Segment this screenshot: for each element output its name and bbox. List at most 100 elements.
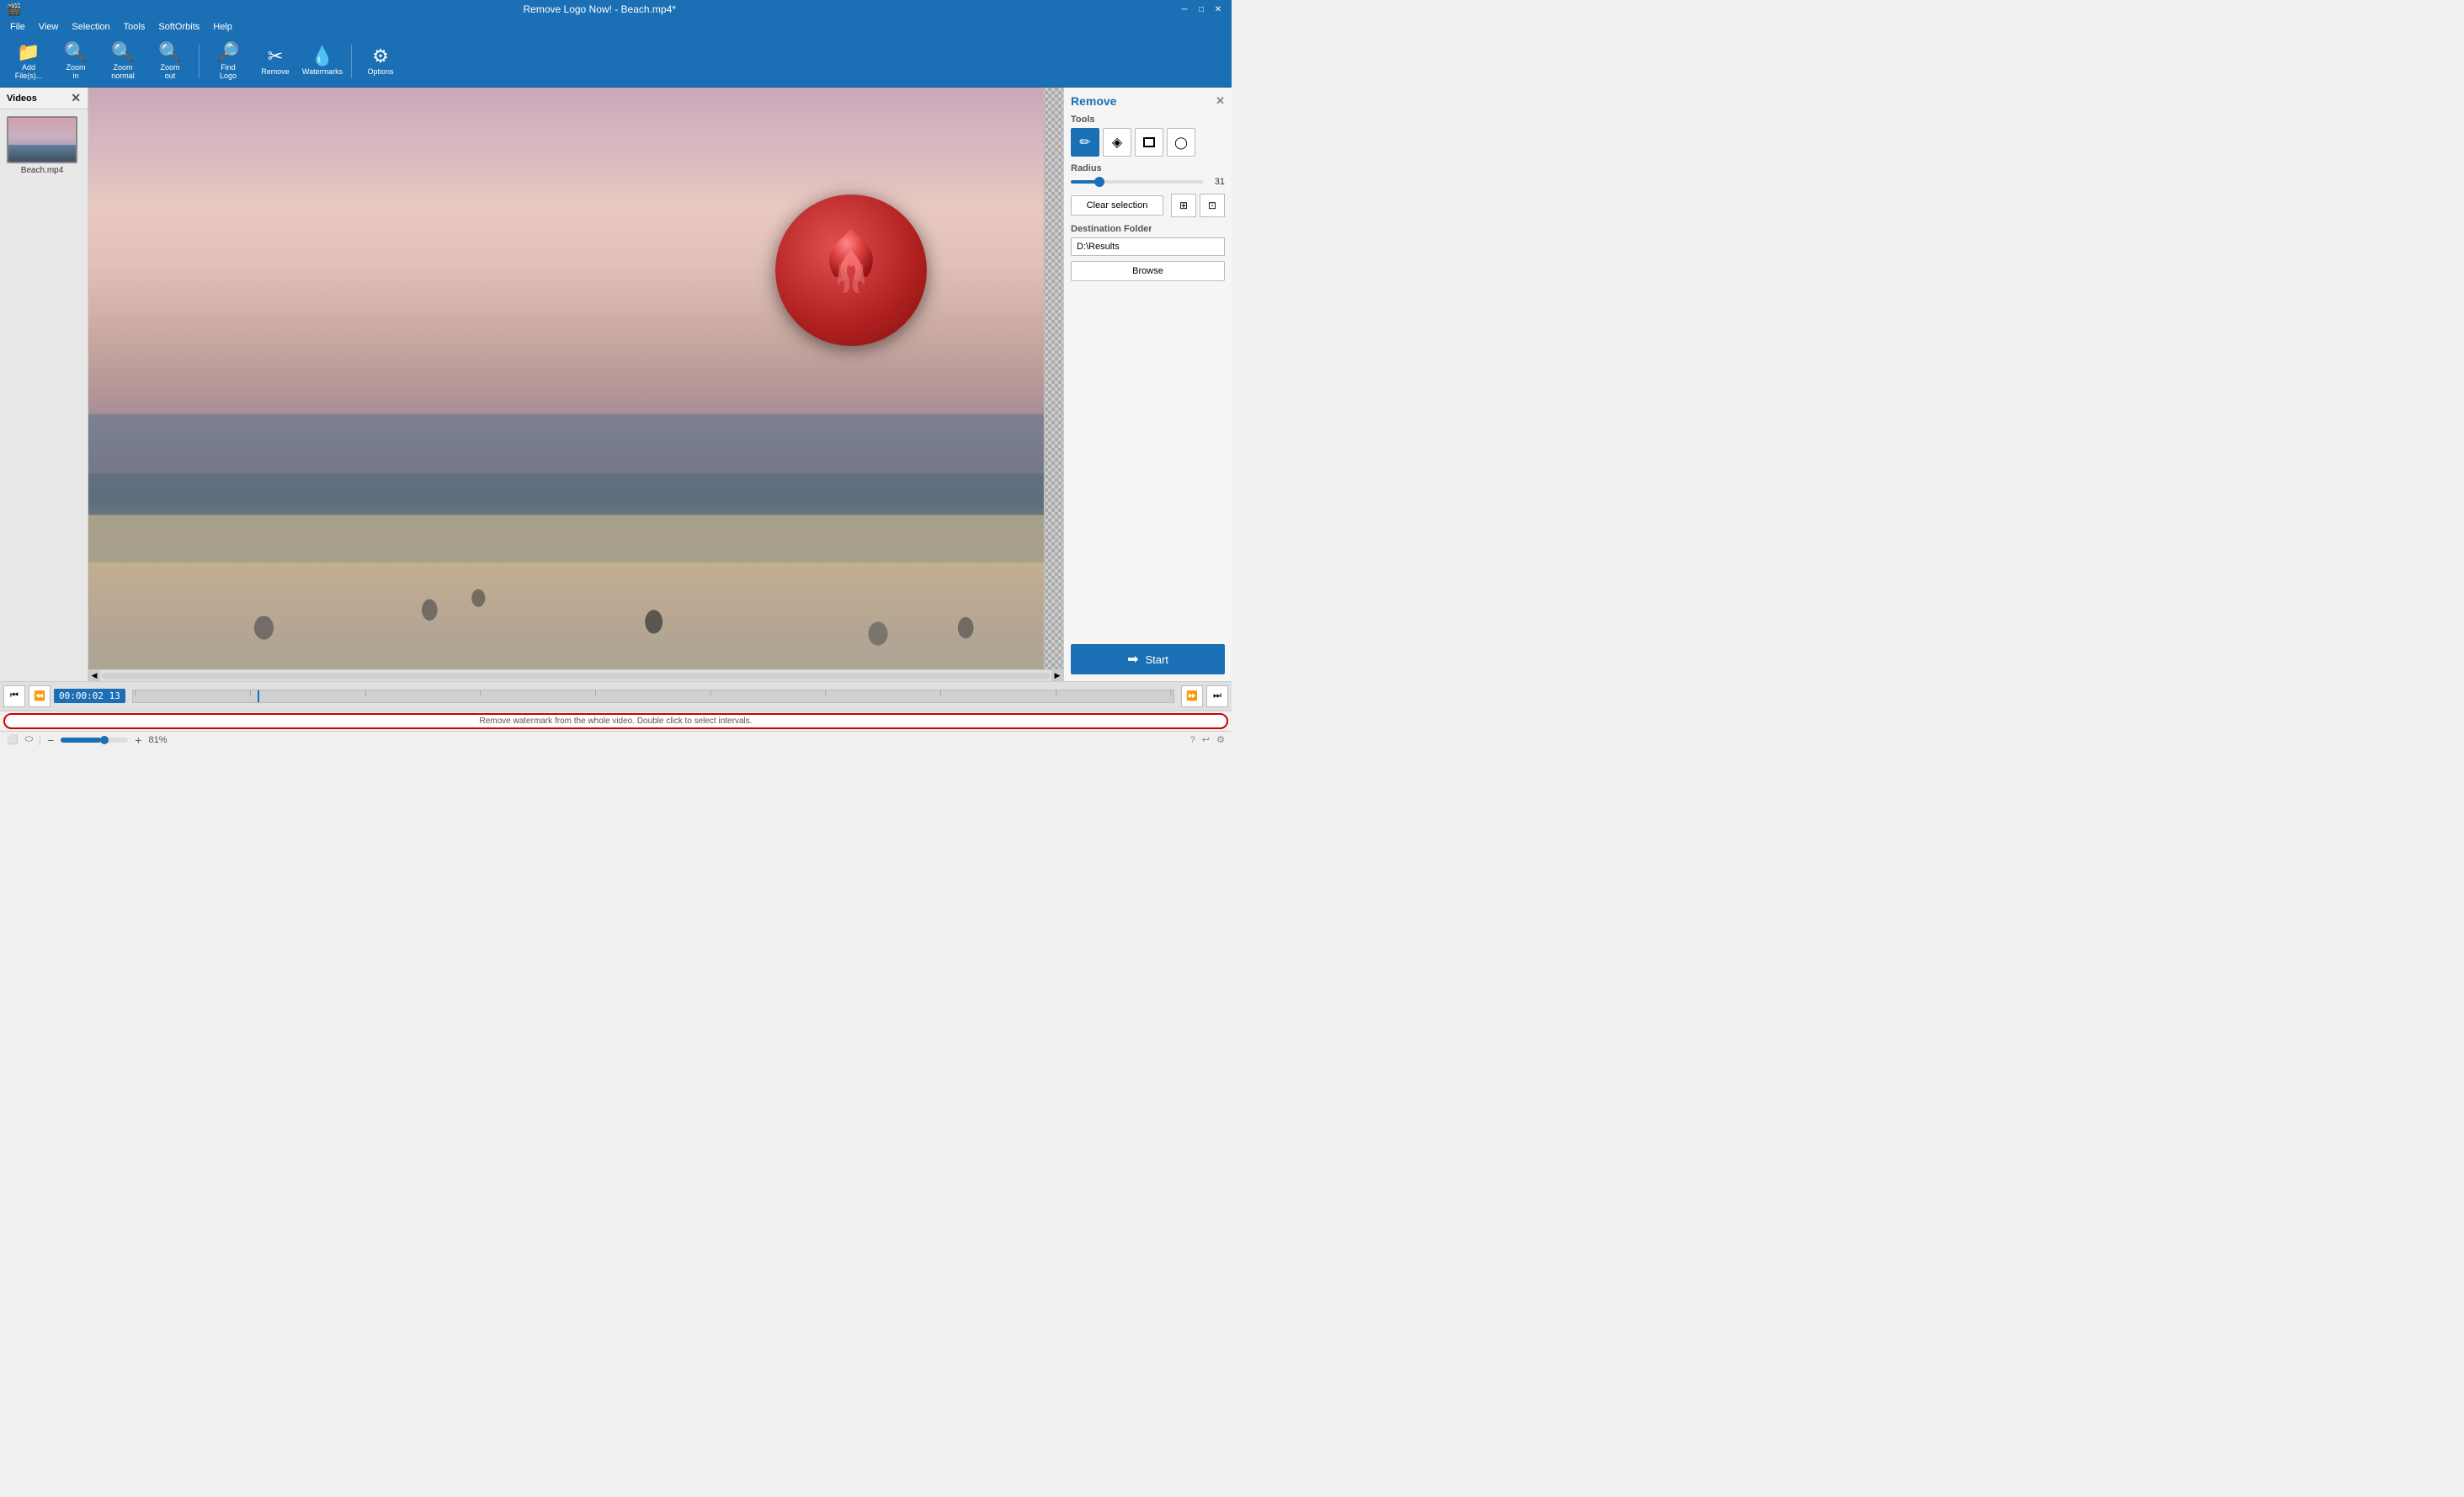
statusbar: ⬜ ⬭ − + 81% ? ↩ ⚙ [0,731,1232,748]
go-to-end-button[interactable]: ⏭ [1206,685,1228,707]
start-arrow-icon: ➡ [1127,651,1138,668]
radius-section: Radius 31 [1071,163,1225,187]
radius-value: 31 [1208,177,1225,187]
watermarks-label: Watermarks [302,67,343,76]
clear-selection-button[interactable]: Clear selection [1071,195,1163,216]
zoom-in-button[interactable]: 🔍 Zoomin [54,40,98,83]
maximize-button[interactable]: □ [1195,3,1208,16]
play-back-button[interactable]: ⏪ [29,685,51,707]
circle-icon: ◯ [1174,136,1188,150]
copy-frame-button[interactable]: ⊡ [1200,194,1225,217]
right-panel: Remove ✕ Tools ✏ ◈ ◯ Radius [1063,88,1232,681]
find-logo-button[interactable]: 🔎 FindLogo [206,40,250,83]
app-icon: 🎬 [7,3,21,17]
timeline-bar[interactable]: | | | | | | | | | | [132,690,1174,703]
play-forward-button[interactable]: ⏩ [1181,685,1203,707]
add-files-button[interactable]: 📁 AddFile(s)... [7,40,51,83]
select-rect-icon[interactable]: ⬜ [7,734,19,745]
eraser-icon: ◈ [1112,134,1122,151]
copy-to-all-button[interactable]: ⊞ [1171,194,1196,217]
menu-view[interactable]: View [32,20,66,34]
options-icon: ⚙ [372,47,389,66]
radius-thumb[interactable] [1094,177,1104,187]
canvas-area[interactable]: ◀ ▶ [88,88,1063,681]
remove-header-label: Remove [1071,94,1116,108]
scroll-right-button[interactable]: ▶ [1051,670,1063,682]
menu-tools[interactable]: Tools [117,20,152,34]
remove-icon: ✂ [268,47,283,66]
destination-section: Destination Folder Browse [1071,224,1225,281]
logo-circle [775,194,927,346]
tools-label: Tools [1071,115,1225,125]
time-display: 00:00:02 13 [54,689,125,703]
videos-header: Videos ✕ [0,88,88,109]
zoom-out-icon: 🔍 [158,43,181,61]
brush-tool-button[interactable]: ✏ [1071,128,1099,157]
rect-tool-button[interactable] [1135,128,1163,157]
find-logo-icon: 🔎 [216,43,239,61]
remove-button[interactable]: ✂ Remove [253,40,297,83]
rect-icon [1143,137,1155,147]
zoom-plus-button[interactable]: + [135,733,141,747]
toolbar-separator-2 [351,45,352,78]
copy-frame-icon: ⊡ [1208,200,1216,211]
zoom-fill [61,738,101,743]
video-frame [88,88,1063,681]
timeline-controls: ⏮ ⏪ 00:00:02 13 | | | | | | | | | | ⏩ ⏭ [0,682,1232,711]
zoom-minus-button[interactable]: − [47,733,54,747]
window-title: Remove Logo Now! - Beach.mp4* [21,3,1178,15]
start-label: Start [1145,653,1168,666]
timeline-cursor[interactable] [258,690,259,702]
destination-input[interactable] [1071,237,1225,256]
toolbar-separator [199,45,200,78]
videos-close-button[interactable]: ✕ [71,91,81,105]
zoom-normal-button[interactable]: 🔍 Zoomnormal [101,40,145,83]
circle-tool-button[interactable]: ◯ [1167,128,1195,157]
options-label: Options [367,67,393,76]
radius-row: 31 [1071,177,1225,187]
scroll-left-button[interactable]: ◀ [88,670,100,682]
bottom-area: ⏮ ⏪ 00:00:02 13 | | | | | | | | | | ⏩ ⏭ … [0,681,1232,748]
zoom-slider[interactable] [61,738,128,743]
radius-track-fill [1071,180,1097,184]
close-button[interactable]: ✕ [1211,3,1225,16]
menu-file[interactable]: File [3,20,32,34]
options-button[interactable]: ⚙ Options [359,40,402,83]
destination-folder-label: Destination Folder [1071,224,1225,234]
radius-slider[interactable] [1071,180,1203,184]
zoom-normal-label: Zoomnormal [111,63,135,80]
select-ellipse-icon[interactable]: ⬭ [25,734,33,745]
video-list: Beach.mp4 [0,109,88,182]
feedback-icon[interactable]: ↩ [1202,734,1210,745]
minimize-button[interactable]: ─ [1178,3,1191,16]
watermark-strip-text: Remove watermark from the whole video. D… [479,717,752,726]
brush-icon: ✏ [1079,134,1090,151]
zoom-thumb[interactable] [100,736,109,744]
add-files-icon: 📁 [17,43,40,61]
zoom-out-label: Zoomout [160,63,179,80]
watermarks-button[interactable]: 💧 Watermarks [301,40,344,83]
go-to-start-button[interactable]: ⏮ [3,685,25,707]
watermark-strip[interactable]: Remove watermark from the whole video. D… [3,713,1228,729]
menubar: File View Selection Tools SoftOrbits Hel… [0,19,1232,35]
menu-help[interactable]: Help [206,20,239,34]
zoom-level: 81% [148,735,167,745]
horizontal-scroll-track[interactable] [102,673,1050,679]
menu-softorbits[interactable]: SoftOrbits [152,20,206,34]
right-panel-close-button[interactable]: ✕ [1216,94,1225,108]
right-panel-header: Remove ✕ [1071,94,1225,108]
remove-label: Remove [261,67,290,76]
logo-overlay [775,194,927,346]
titlebar: 🎬 Remove Logo Now! - Beach.mp4* ─ □ ✕ [0,0,1232,19]
video-item[interactable]: Beach.mp4 [7,116,77,175]
menu-selection[interactable]: Selection [65,20,116,34]
settings-icon[interactable]: ⚙ [1216,734,1225,745]
tools-section: Tools ✏ ◈ ◯ [1071,115,1225,157]
browse-button[interactable]: Browse [1071,261,1225,281]
video-thumbnail [7,116,77,163]
eraser-tool-button[interactable]: ◈ [1103,128,1131,157]
help-button[interactable]: ? [1190,735,1195,745]
horizontal-scrollbar: ◀ ▶ [88,669,1063,681]
start-button[interactable]: ➡ Start [1071,644,1225,674]
zoom-out-button[interactable]: 🔍 Zoomout [148,40,192,83]
